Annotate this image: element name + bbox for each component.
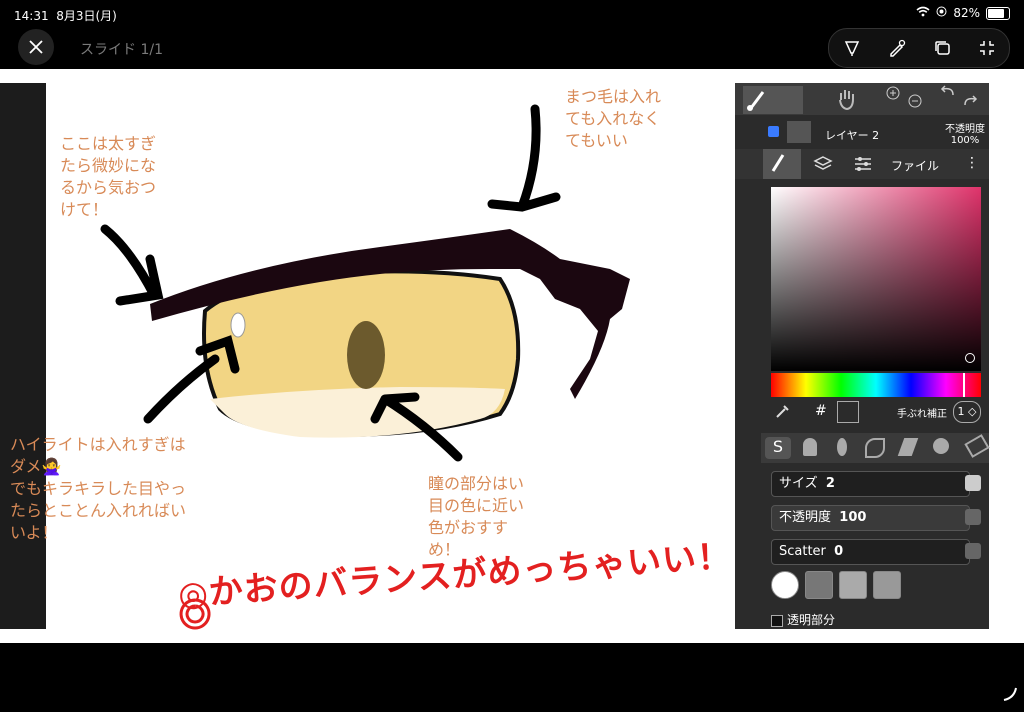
duplicate-icon — [934, 41, 950, 55]
zoom-in-button[interactable] — [885, 85, 901, 104]
scatter-field[interactable]: Scatter 0 — [771, 539, 970, 565]
close-button[interactable] — [18, 29, 54, 65]
hue-slider[interactable] — [771, 373, 981, 397]
eyedropper-button[interactable] — [775, 403, 791, 422]
brush-tip-row — [771, 571, 981, 603]
slide-label: スライド 1/1 — [80, 42, 163, 58]
size-pen-pressure-button[interactable] — [965, 475, 981, 491]
zoom-out-icon — [908, 94, 922, 108]
color-saturation-picker[interactable] — [771, 187, 981, 371]
undo-icon — [940, 85, 954, 96]
zoom-out-button[interactable] — [907, 93, 923, 112]
tab-adjust[interactable] — [853, 155, 873, 176]
color-tools-row: # 手ぶれ補正 1 ◇ — [771, 399, 985, 425]
battery-percent: 82% — [953, 6, 980, 20]
brush-curve-button[interactable] — [865, 438, 885, 461]
tip-texture[interactable] — [805, 571, 833, 599]
eraser-button[interactable] — [964, 434, 990, 458]
marker-brush-icon — [897, 438, 919, 456]
curve-brush-icon — [865, 438, 885, 458]
panel-tabs: ファイル ⋮ — [735, 149, 989, 179]
location-icon — [936, 6, 947, 20]
tip-square[interactable] — [873, 571, 901, 599]
status-bar: 14:31 8月3日(月) 82% — [0, 0, 1024, 28]
status-time: 14:31 8月3日(月) — [14, 9, 117, 23]
note-lashes: まつ毛は入れ ても入れなく てもいい — [565, 87, 662, 150]
tab-layers[interactable] — [813, 155, 833, 176]
blur-brush-icon — [933, 438, 949, 454]
stabilizer-stepper[interactable]: 1 ◇ — [953, 401, 981, 423]
layers-icon — [813, 156, 833, 170]
exit-fullscreen-icon — [979, 41, 994, 55]
size-field[interactable]: サイズ 2 — [771, 471, 970, 497]
transparent-checkbox[interactable] — [771, 614, 783, 627]
layer-name: レイヤー 2 — [825, 129, 880, 142]
note-thickness: ここは太すぎ たら微妙にな るから気おつ けて！ — [60, 134, 157, 219]
tip-flat[interactable] — [839, 571, 867, 599]
scatter-pen-pressure-button[interactable] — [965, 543, 981, 559]
brush-pen-button[interactable]: S — [765, 437, 791, 459]
eyedropper-icon — [776, 405, 789, 418]
layer-thumbnail — [787, 121, 811, 143]
hand-tool-button[interactable] — [835, 87, 859, 114]
tip-round[interactable] — [771, 571, 799, 599]
hex-button[interactable]: # — [815, 403, 827, 419]
color-cursor[interactable] — [965, 353, 975, 363]
redo-button[interactable] — [961, 95, 979, 112]
more-menu-button[interactable]: ⋮ — [965, 155, 979, 171]
close-icon — [29, 40, 43, 54]
scroll-indicator — [1002, 686, 1018, 706]
paint-app-panel: レイヤー 2 不透明度 100% ファイル ⋮ # 手ぶれ補正 1 ◇ S サイ… — [735, 83, 990, 629]
brush-icon — [747, 91, 765, 111]
current-color-swatch[interactable] — [837, 401, 859, 423]
slide-canvas: ここは太すぎ たら微妙にな るから気おつ けて！ まつ毛は入れ ても入れなく て… — [0, 69, 1024, 643]
brush-ink-button[interactable] — [803, 438, 817, 459]
brush-type-row: S — [761, 433, 990, 463]
feather-brush-icon — [837, 438, 847, 456]
eraser-icon — [964, 434, 990, 458]
brush-marker-button[interactable] — [897, 438, 919, 459]
brush-icon — [771, 154, 785, 172]
layer-visible-checkbox[interactable] — [768, 126, 779, 137]
brush-blur-button[interactable] — [933, 438, 949, 457]
transparent-option[interactable]: 透明部分 — [771, 611, 835, 627]
layer-opacity: 不透明度 100% — [945, 124, 985, 146]
hand-icon — [839, 90, 854, 111]
top-bar: スライド 1/1 — [0, 28, 1024, 68]
tab-file[interactable]: ファイル — [891, 157, 939, 174]
duplicate-button[interactable] — [927, 33, 957, 63]
pen-settings-icon — [889, 39, 905, 57]
brush-feather-button[interactable] — [837, 438, 847, 459]
undo-button[interactable] — [939, 85, 957, 102]
hue-handle[interactable] — [963, 373, 965, 397]
note-highlight: ハイライトは入れすぎは ダメ🙅‍♀️ でもキラキラした目やっ たらとことん入れれ… — [10, 435, 187, 542]
exit-fullscreen-button[interactable] — [972, 33, 1002, 63]
zoom-in-icon — [886, 86, 900, 100]
sliders-icon — [855, 157, 871, 171]
status-icons: 82% — [916, 6, 1010, 20]
ink-brush-icon — [803, 438, 817, 456]
brush-opacity-field[interactable]: 不透明度 100 — [771, 505, 970, 531]
tab-brush[interactable] — [763, 149, 801, 179]
pen-select-button[interactable] — [837, 33, 867, 63]
stabilizer-label: 手ぶれ補正 — [897, 409, 947, 420]
battery-icon — [986, 6, 1010, 20]
pen-select-icon — [844, 41, 859, 56]
tool-row — [735, 83, 989, 115]
wifi-icon — [916, 6, 930, 20]
redo-icon — [964, 95, 978, 106]
opacity-pen-pressure-button[interactable] — [965, 509, 981, 525]
brush-tool-button[interactable] — [743, 86, 803, 114]
toolbar — [828, 28, 1010, 68]
layer-row[interactable]: レイヤー 2 不透明度 100% — [735, 119, 989, 149]
pen-settings-button[interactable] — [882, 33, 912, 63]
